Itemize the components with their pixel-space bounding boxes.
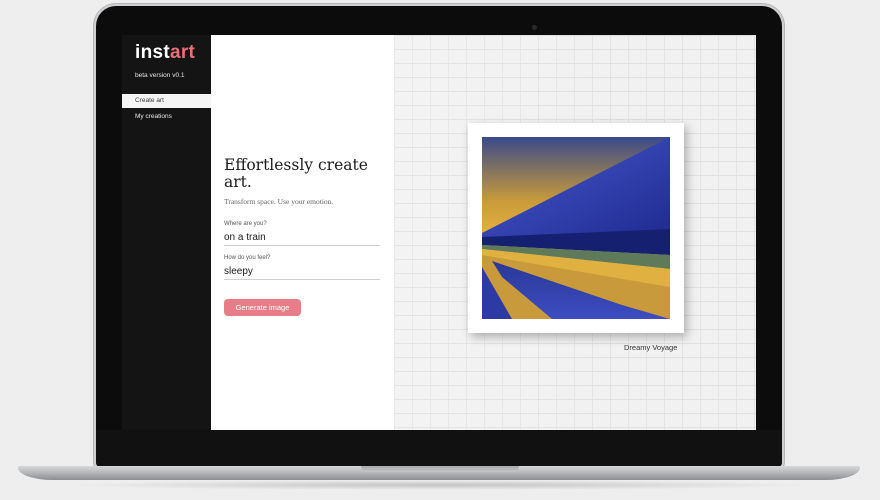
location-input[interactable]: on a train xyxy=(224,232,380,246)
create-form-panel: Effortlessly create art. Transform space… xyxy=(211,35,394,430)
logo-text-primary: inst xyxy=(135,42,170,63)
version-label: beta version v0.1 xyxy=(135,72,185,79)
sidebar-item-create-art[interactable]: Create art xyxy=(122,94,211,108)
artwork-frame xyxy=(468,123,684,333)
laptop-hinge-notch xyxy=(361,466,519,472)
logo-text-accent: art xyxy=(169,42,196,63)
laptop-bezel-bottom xyxy=(96,430,782,468)
sidebar: instart beta version v0.1 Create art My … xyxy=(122,35,211,430)
generated-artwork-image[interactable] xyxy=(482,137,670,319)
laptop-shadow xyxy=(60,480,820,490)
artwork-caption: Dreamy Voyage xyxy=(624,343,678,352)
page-title: Effortlessly create art. xyxy=(224,156,368,191)
app-screen: instart beta version v0.1 Create art My … xyxy=(122,35,756,430)
location-field-label: Where are you? xyxy=(224,221,267,227)
page-subtitle: Transform space. Use your emotion. xyxy=(224,197,334,206)
webcam-icon xyxy=(532,25,537,30)
mood-input[interactable]: sleepy xyxy=(224,266,380,280)
sidebar-item-my-creations[interactable]: My creations xyxy=(122,110,211,124)
mood-field-label: How do you feel? xyxy=(224,255,271,261)
app-logo[interactable]: instart xyxy=(135,42,195,64)
generate-image-button[interactable]: Generate image xyxy=(224,299,301,316)
brick-wall-preview: Dreamy Voyage xyxy=(394,35,756,430)
